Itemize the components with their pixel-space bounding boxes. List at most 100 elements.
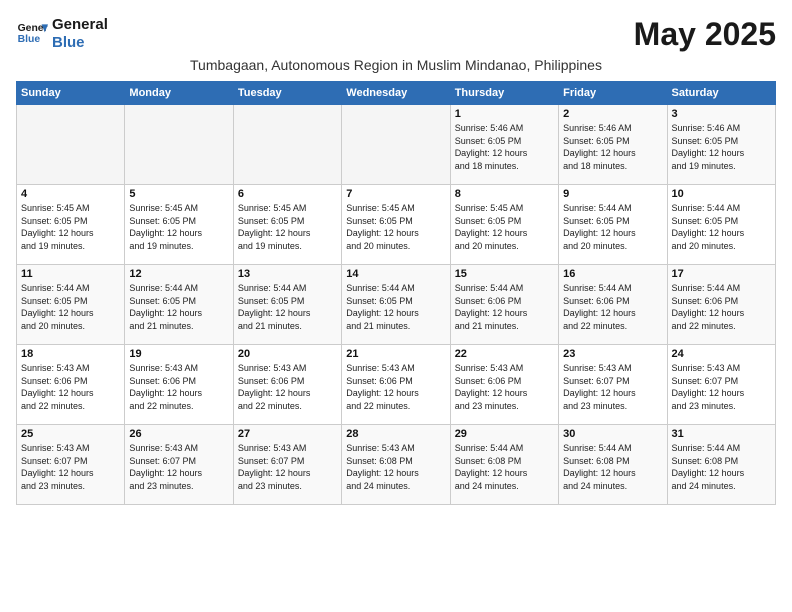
day-info: Sunrise: 5:45 AM Sunset: 6:05 PM Dayligh… — [238, 202, 337, 252]
day-info: Sunrise: 5:44 AM Sunset: 6:06 PM Dayligh… — [563, 282, 662, 332]
day-info: Sunrise: 5:44 AM Sunset: 6:08 PM Dayligh… — [563, 442, 662, 492]
day-number: 11 — [21, 268, 120, 280]
day-number: 22 — [455, 348, 554, 360]
day-info: Sunrise: 5:43 AM Sunset: 6:06 PM Dayligh… — [455, 362, 554, 412]
header-cell-friday: Friday — [559, 82, 667, 105]
day-info: Sunrise: 5:45 AM Sunset: 6:05 PM Dayligh… — [21, 202, 120, 252]
day-number: 14 — [346, 268, 445, 280]
day-cell: 25 Sunrise: 5:43 AM Sunset: 6:07 PM Dayli… — [17, 425, 125, 505]
day-cell: 1Sunrise: 5:46 AM Sunset: 6:05 PM Daylig… — [450, 105, 558, 185]
logo: General Blue General Blue — [16, 16, 108, 52]
day-number: 19 — [129, 348, 228, 360]
day-number: 29 — [455, 428, 554, 440]
day-info: Sunrise: 5:44 AM Sunset: 6:05 PM Dayligh… — [672, 202, 771, 252]
day-cell: 29 Sunrise: 5:44 AM Sunset: 6:08 PM Dayli… — [450, 425, 558, 505]
day-cell: 3 Sunrise: 5:46 AM Sunset: 6:05 PM Daylig… — [667, 105, 775, 185]
day-info: Sunrise: 5:44 AM Sunset: 6:05 PM Dayligh… — [238, 282, 337, 332]
day-cell: 20Sunrise: 5:43 AM Sunset: 6:06 PM Dayli… — [233, 345, 341, 425]
day-info: Sunrise: 5:44 AM Sunset: 6:06 PM Dayligh… — [672, 282, 771, 332]
day-cell: 18 Sunrise: 5:43 AM Sunset: 6:06 PM Dayli… — [17, 345, 125, 425]
day-cell: 7Sunrise: 5:45 AM Sunset: 6:05 PM Daylig… — [342, 185, 450, 265]
day-info: Sunrise: 5:45 AM Sunset: 6:05 PM Dayligh… — [129, 202, 228, 252]
day-info: Sunrise: 5:44 AM Sunset: 6:05 PM Dayligh… — [129, 282, 228, 332]
day-cell: 28Sunrise: 5:43 AM Sunset: 6:08 PM Dayli… — [342, 425, 450, 505]
day-number: 25 — [21, 428, 120, 440]
day-info: Sunrise: 5:46 AM Sunset: 6:05 PM Dayligh… — [455, 122, 554, 172]
day-number: 31 — [672, 428, 771, 440]
day-cell: 15 Sunrise: 5:44 AM Sunset: 6:06 PM Dayli… — [450, 265, 558, 345]
svg-text:Blue: Blue — [18, 34, 41, 45]
day-number: 4 — [21, 188, 120, 200]
day-cell: 17 Sunrise: 5:44 AM Sunset: 6:06 PM Dayli… — [667, 265, 775, 345]
logo-text-general: General — [52, 16, 108, 34]
day-info: Sunrise: 5:46 AM Sunset: 6:05 PM Dayligh… — [563, 122, 662, 172]
day-info: Sunrise: 5:43 AM Sunset: 6:06 PM Dayligh… — [21, 362, 120, 412]
day-cell: 4 Sunrise: 5:45 AM Sunset: 6:05 PM Daylig… — [17, 185, 125, 265]
day-number: 2 — [563, 108, 662, 120]
day-cell: 16 Sunrise: 5:44 AM Sunset: 6:06 PM Dayli… — [559, 265, 667, 345]
day-info: Sunrise: 5:43 AM Sunset: 6:08 PM Dayligh… — [346, 442, 445, 492]
header-cell-thursday: Thursday — [450, 82, 558, 105]
day-info: Sunrise: 5:44 AM Sunset: 6:05 PM Dayligh… — [346, 282, 445, 332]
day-cell: 8 Sunrise: 5:45 AM Sunset: 6:05 PM Daylig… — [450, 185, 558, 265]
day-cell: 2 Sunrise: 5:46 AM Sunset: 6:05 PM Daylig… — [559, 105, 667, 185]
day-cell: 21 Sunrise: 5:43 AM Sunset: 6:06 PM Dayli… — [342, 345, 450, 425]
day-cell: 19 Sunrise: 5:43 AM Sunset: 6:06 PM Dayli… — [125, 345, 233, 425]
day-cell: 11Sunrise: 5:44 AM Sunset: 6:05 PM Dayli… — [17, 265, 125, 345]
day-number: 9 — [563, 188, 662, 200]
day-number: 8 — [455, 188, 554, 200]
day-cell: 5 Sunrise: 5:45 AM Sunset: 6:05 PM Daylig… — [125, 185, 233, 265]
day-number: 5 — [129, 188, 228, 200]
week-row-2: 4 Sunrise: 5:45 AM Sunset: 6:05 PM Daylig… — [17, 185, 776, 265]
week-row-5: 25 Sunrise: 5:43 AM Sunset: 6:07 PM Dayli… — [17, 425, 776, 505]
day-info: Sunrise: 5:43 AM Sunset: 6:07 PM Dayligh… — [21, 442, 120, 492]
day-cell — [342, 105, 450, 185]
day-cell: 14 Sunrise: 5:44 AM Sunset: 6:05 PM Dayli… — [342, 265, 450, 345]
header-cell-saturday: Saturday — [667, 82, 775, 105]
day-cell: 26Sunrise: 5:43 AM Sunset: 6:07 PM Dayli… — [125, 425, 233, 505]
day-cell: 9 Sunrise: 5:44 AM Sunset: 6:05 PM Daylig… — [559, 185, 667, 265]
logo-text-blue: Blue — [52, 34, 108, 52]
day-info: Sunrise: 5:43 AM Sunset: 6:07 PM Dayligh… — [129, 442, 228, 492]
day-cell: 30 Sunrise: 5:44 AM Sunset: 6:08 PM Dayli… — [559, 425, 667, 505]
day-number: 12 — [129, 268, 228, 280]
week-row-1: 1Sunrise: 5:46 AM Sunset: 6:05 PM Daylig… — [17, 105, 776, 185]
day-number: 27 — [238, 428, 337, 440]
day-number: 13 — [238, 268, 337, 280]
day-info: Sunrise: 5:43 AM Sunset: 6:07 PM Dayligh… — [672, 362, 771, 412]
month-title: May 2025 — [634, 16, 776, 53]
day-info: Sunrise: 5:44 AM Sunset: 6:06 PM Dayligh… — [455, 282, 554, 332]
day-cell: 12 Sunrise: 5:44 AM Sunset: 6:05 PM Dayli… — [125, 265, 233, 345]
week-row-4: 18 Sunrise: 5:43 AM Sunset: 6:06 PM Dayli… — [17, 345, 776, 425]
header-cell-sunday: Sunday — [17, 82, 125, 105]
day-number: 16 — [563, 268, 662, 280]
calendar-table: SundayMondayTuesdayWednesdayThursdayFrid… — [16, 81, 776, 505]
day-cell: 22 Sunrise: 5:43 AM Sunset: 6:06 PM Dayli… — [450, 345, 558, 425]
day-info: Sunrise: 5:43 AM Sunset: 6:07 PM Dayligh… — [238, 442, 337, 492]
day-info: Sunrise: 5:44 AM Sunset: 6:08 PM Dayligh… — [455, 442, 554, 492]
day-number: 17 — [672, 268, 771, 280]
week-row-3: 11 Sunrise: 5:44 AM Sunset: 6:05 PM Dayli… — [17, 265, 776, 345]
day-cell — [125, 105, 233, 185]
day-info: Sunrise: 5:44 AM Sunset: 6:08 PM Dayligh… — [672, 442, 771, 492]
day-number: 30 — [563, 428, 662, 440]
day-info: Sunrise: 5:44 AM Sunset: 6:05 PM Dayligh… — [563, 202, 662, 252]
subtitle: Tumbagaan, Autonomous Region in Muslim M… — [16, 57, 776, 73]
day-info: Sunrise: 5:43 AM Sunset: 6:07 PM Dayligh… — [563, 362, 662, 412]
day-info: Sunrise: 5:43 AM Sunset: 6:06 PM Dayligh… — [238, 362, 337, 412]
day-number: 15 — [455, 268, 554, 280]
day-cell — [17, 105, 125, 185]
day-info: Sunrise: 5:43 AM Sunset: 6:06 PM Dayligh… — [129, 362, 228, 412]
day-cell: 23Sunrise: 5:43 AM Sunset: 6:07 PM Dayli… — [559, 345, 667, 425]
day-number: 18 — [21, 348, 120, 360]
header: General Blue General Blue May 2025 — [16, 16, 776, 53]
day-number: 21 — [346, 348, 445, 360]
header-cell-tuesday: Tuesday — [233, 82, 341, 105]
day-info: Sunrise: 5:46 AM Sunset: 6:05 PM Dayligh… — [672, 122, 771, 172]
day-info: Sunrise: 5:43 AM Sunset: 6:06 PM Dayligh… — [346, 362, 445, 412]
day-number: 3 — [672, 108, 771, 120]
header-cell-wednesday: Wednesday — [342, 82, 450, 105]
day-cell: 24Sunrise: 5:43 AM Sunset: 6:07 PM Dayli… — [667, 345, 775, 425]
day-cell: 31 Sunrise: 5:44 AM Sunset: 6:08 PM Dayli… — [667, 425, 775, 505]
day-info: Sunrise: 5:45 AM Sunset: 6:05 PM Dayligh… — [455, 202, 554, 252]
